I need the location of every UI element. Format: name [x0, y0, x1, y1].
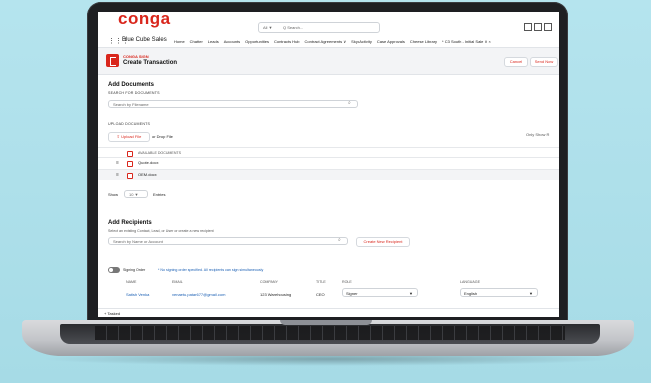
cancel-button[interactable]: Cancel: [504, 57, 528, 67]
search-icon: ⌕: [348, 100, 351, 106]
laptop-screen: conga All ▼ Q Search... ⋮⋮⋮ Blue Cube Sa…: [98, 12, 559, 317]
recipient-title: CEO: [316, 292, 325, 297]
setup-icon[interactable]: [524, 23, 532, 31]
nav-item[interactable]: Accounts: [224, 39, 240, 44]
add-documents-title: Add Documents: [108, 82, 155, 88]
nav-item[interactable]: Sky•Activity: [351, 39, 372, 44]
send-now-button[interactable]: Send Now: [530, 57, 558, 67]
row-checkbox[interactable]: [127, 161, 133, 167]
role-select[interactable]: Signer ▼: [342, 288, 418, 297]
recipient-email-link[interactable]: venaetu.patar677@gmail.com: [172, 292, 225, 297]
signing-order-note: * No signing order specified. All recipi…: [158, 268, 264, 272]
nav-item[interactable]: Leads: [208, 39, 219, 44]
keyboard-keys: [95, 326, 565, 340]
upload-file-button[interactable]: ⇧ Upload File: [108, 132, 150, 142]
language-select[interactable]: English ▼: [460, 288, 538, 297]
column-email: EMAIL: [172, 280, 183, 284]
nav-items: Home Chatter Leads Accounts Opportunities Con…: [174, 39, 496, 44]
recipient-company: 123 Warehousing: [260, 292, 292, 297]
document-name: Quote.docx: [138, 160, 159, 165]
nav-item[interactable]: Chatter: [190, 39, 203, 44]
laptop-notch: [280, 320, 372, 325]
app-name: Blue Cube Sales: [122, 37, 167, 43]
page-size-select[interactable]: 10 ▼: [124, 190, 148, 198]
column-company: COMPANY: [260, 280, 278, 284]
document-search-input[interactable]: Search by Filename: [108, 100, 358, 108]
nav-item[interactable]: Cheese Library: [410, 39, 437, 44]
language-value: English: [464, 291, 478, 296]
chevron-down-icon: ▼: [529, 291, 533, 296]
upload-documents-label: UPLOAD DOCUMENTS: [108, 122, 151, 126]
recipient-name-link[interactable]: Satish Venka: [126, 292, 149, 297]
search-documents-label: SEARCH FOR DOCUMENTS: [108, 91, 160, 95]
nav-item[interactable]: Opportunities: [245, 39, 269, 44]
global-search[interactable]: All ▼ Q Search...: [258, 22, 380, 33]
nav-item[interactable]: * C3 South - Initial Sale ∨ ×: [442, 39, 491, 44]
page-header: CONGA SIGN Create Transaction Cancel Sen…: [98, 48, 559, 75]
search-input[interactable]: Q Search...: [283, 25, 303, 30]
table-row[interactable]: ≡ Quote.docx: [98, 157, 559, 168]
page-title: Create Transaction: [123, 60, 178, 66]
column-role: ROLE: [342, 280, 352, 284]
app-nav-bar: ⋮⋮⋮ Blue Cube Sales Home Chatter Leads Acco…: [98, 36, 559, 48]
column-language: LANGUAGE: [460, 280, 480, 284]
search-icon: ⌕: [338, 237, 341, 243]
row-checkbox[interactable]: [127, 173, 133, 179]
add-recipients-title: Add Recipients: [108, 220, 152, 226]
utility-icons: [522, 23, 552, 31]
entries-label: Entries: [153, 192, 166, 197]
conga-logo: conga: [118, 12, 171, 28]
drag-handle-icon[interactable]: ≡: [116, 170, 119, 180]
recipients-hint: Select an existing Contact, Lead, or Use…: [108, 229, 214, 233]
show-label: Show: [108, 192, 119, 197]
drop-file-text: or Drop File: [152, 134, 173, 139]
page-subtitle: CONGA SIGN: [123, 54, 149, 59]
tasked-tab[interactable]: + Tasked: [104, 309, 120, 317]
create-new-recipient-button[interactable]: Create New Recipient: [356, 237, 410, 247]
nav-item[interactable]: Home: [174, 39, 185, 44]
nav-item[interactable]: Contracts Hub: [274, 39, 300, 44]
signing-order-toggle[interactable]: [108, 267, 120, 273]
nav-item[interactable]: Contract Agreements ∨: [305, 39, 347, 44]
column-name: NAME: [126, 280, 137, 284]
chevron-down-icon: ▼: [409, 291, 413, 296]
document-name: OEM.docx: [138, 172, 157, 177]
table-row[interactable]: ≡ OEM.docx: [98, 169, 559, 180]
signing-order-label: Signing Order: [123, 268, 146, 272]
help-icon[interactable]: [534, 23, 542, 31]
drag-handle-icon[interactable]: ≡: [116, 158, 119, 168]
column-title: TITLE: [316, 280, 326, 284]
conga-sign-icon: [106, 54, 119, 67]
only-show-toggle-label[interactable]: Only Show R: [526, 132, 549, 137]
role-value: Signer: [346, 291, 358, 296]
recipient-search-input[interactable]: Search by Name or Account: [108, 237, 348, 245]
utility-footer: + Tasked: [98, 308, 559, 317]
notification-icon[interactable]: [544, 23, 552, 31]
nav-item[interactable]: Case Approvals: [377, 39, 405, 44]
search-scope[interactable]: All ▼: [263, 25, 273, 30]
